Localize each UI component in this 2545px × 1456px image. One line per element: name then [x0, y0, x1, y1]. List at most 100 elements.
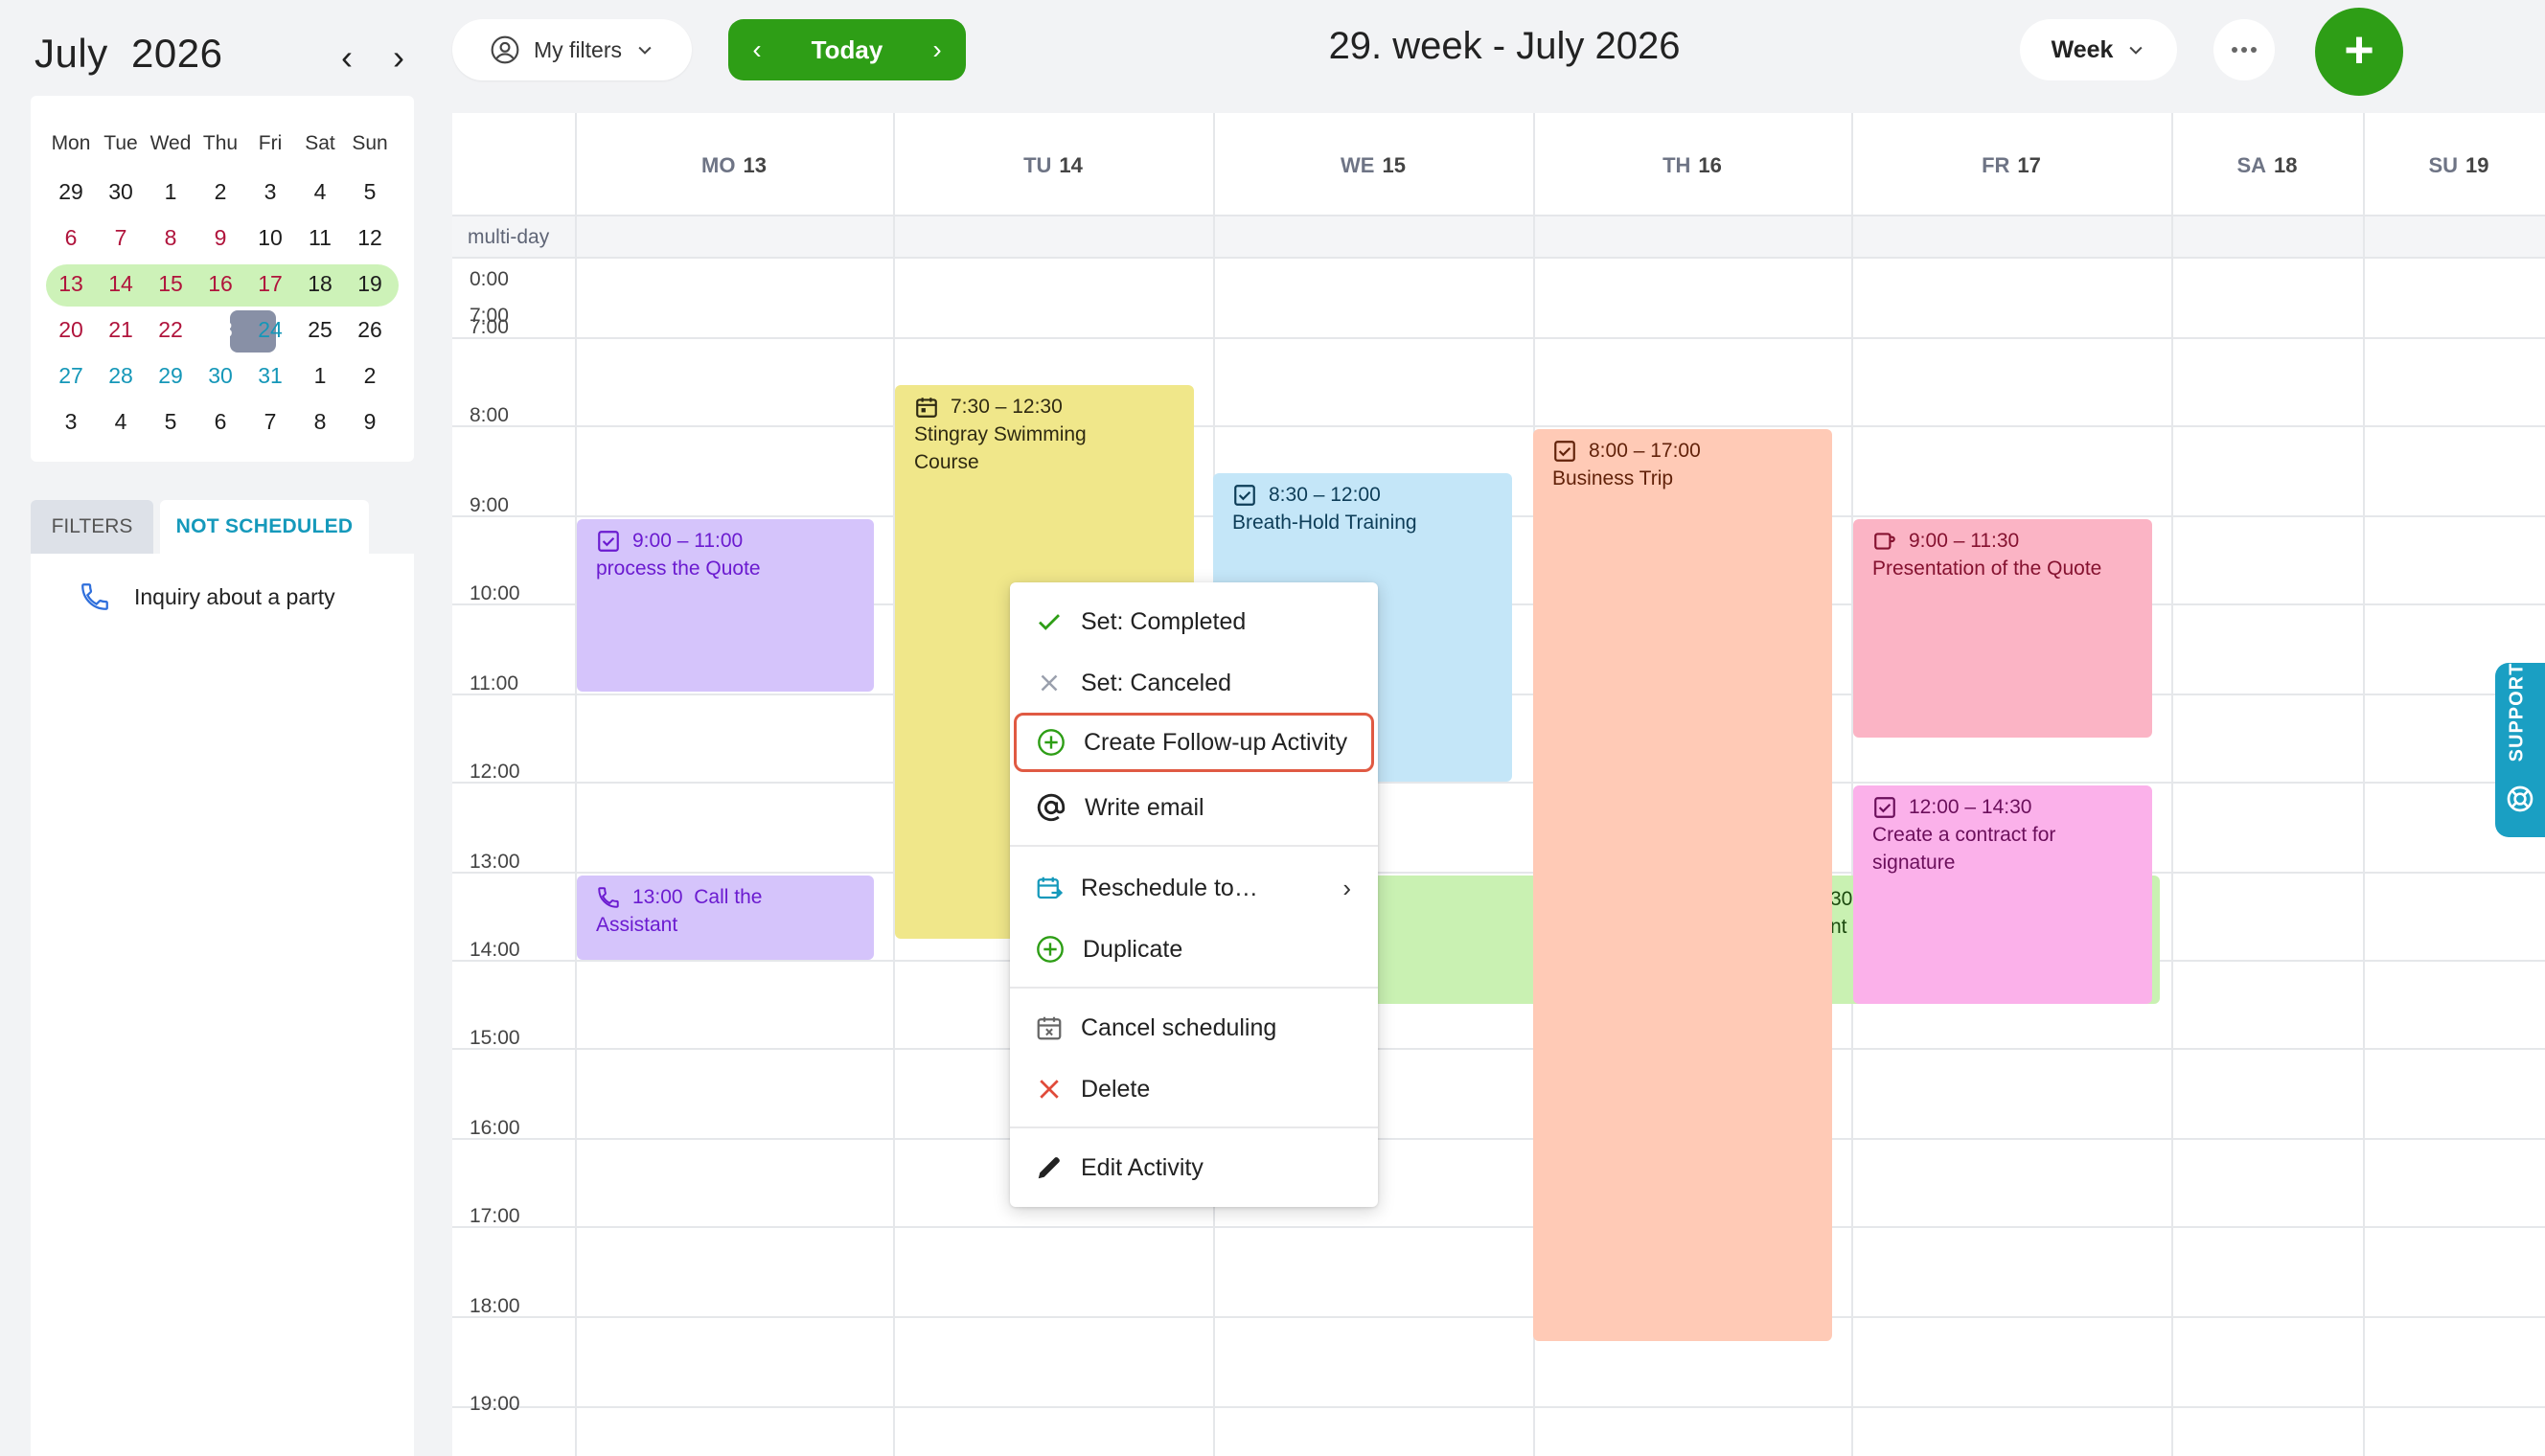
event-create-contract[interactable]: 12:00 – 14:30 Create a contract for sign… [1853, 785, 2152, 1004]
mini-day[interactable]: 6 [46, 216, 96, 259]
menu-set-canceled[interactable]: Set: Canceled [1010, 653, 1378, 713]
not-scheduled-item[interactable]: Inquiry about a party [79, 580, 335, 613]
mini-day[interactable]: 10 [245, 216, 295, 259]
mini-day[interactable]: 5 [345, 171, 395, 213]
mini-day[interactable]: 27 [46, 354, 96, 397]
hour-label: 10:00 [470, 582, 520, 604]
my-filters-button[interactable]: My filters [452, 19, 692, 80]
hour-label: 15:00 [470, 1027, 520, 1049]
menu-write-email[interactable]: Write email [1010, 778, 1378, 837]
mini-day[interactable]: 31 [245, 354, 295, 397]
mini-day[interactable]: 25 [295, 308, 345, 351]
multi-day-row[interactable] [452, 215, 2545, 257]
mini-day[interactable]: 18 [295, 262, 345, 305]
mini-day[interactable]: 24 [245, 308, 295, 351]
mini-day[interactable]: 17 [245, 262, 295, 305]
day-abbr: SA [2236, 153, 2267, 177]
mini-day[interactable]: 7 [245, 400, 295, 443]
mini-day[interactable]: 26 [345, 308, 395, 351]
menu-set-completed[interactable]: Set: Completed [1010, 592, 1378, 651]
mini-day[interactable]: 5 [146, 400, 195, 443]
mini-next-month-button[interactable]: › [379, 34, 418, 80]
event-time: 13:00 [632, 886, 683, 908]
mini-day[interactable]: 8 [295, 400, 345, 443]
meeting-cup-icon [1874, 532, 1895, 550]
mini-day[interactable]: 23 [195, 308, 245, 351]
menu-edit-activity[interactable]: Edit Activity [1010, 1138, 1378, 1197]
day-header-th[interactable]: TH 16 [1616, 153, 1769, 178]
hour-label: 18:00 [470, 1295, 520, 1317]
mini-day[interactable]: 21 [96, 308, 146, 351]
event-business-trip[interactable]: 8:00 – 17:00 Business Trip [1533, 429, 1832, 1341]
mini-day[interactable]: 3 [245, 171, 295, 213]
menu-duplicate[interactable]: Duplicate [1010, 920, 1378, 979]
hour-label: 19:00 [470, 1393, 520, 1415]
today-button[interactable]: Today [786, 19, 908, 80]
mini-day[interactable]: 6 [195, 400, 245, 443]
mini-day[interactable]: 4 [295, 171, 345, 213]
menu-create-follow-up[interactable]: Create Follow-up Activity [1014, 713, 1374, 772]
tab-filters[interactable]: FILTERS [31, 500, 153, 554]
mini-day[interactable]: 1 [295, 354, 345, 397]
grid-column-divider [2363, 113, 2365, 1456]
menu-divider [1010, 987, 1378, 989]
add-activity-button[interactable]: + [2315, 8, 2403, 96]
menu-reschedule[interactable]: Reschedule to… › [1010, 858, 1378, 918]
mini-day[interactable]: 30 [195, 354, 245, 397]
day-header-tu[interactable]: TU 14 [976, 153, 1130, 178]
day-header-sa[interactable]: SA 18 [2190, 153, 2344, 178]
menu-delete[interactable]: Delete [1010, 1059, 1378, 1119]
mini-day[interactable]: 20 [46, 308, 96, 351]
mini-day[interactable]: 3 [46, 400, 96, 443]
at-sign-icon [1037, 793, 1066, 822]
mini-day[interactable]: 2 [345, 354, 395, 397]
day-header-su[interactable]: SU 19 [2382, 153, 2535, 178]
more-options-button[interactable] [2213, 19, 2275, 80]
mini-day[interactable]: 1 [146, 171, 195, 213]
support-tab[interactable]: SUPPORT [2495, 663, 2545, 837]
menu-label: Cancel scheduling [1081, 1013, 1277, 1041]
event-call-assistant[interactable]: 13:00 Call the Assistant [577, 876, 874, 960]
mini-day[interactable]: 9 [195, 216, 245, 259]
event-time: 8:00 – 17:00 [1589, 440, 1701, 462]
add-circle-icon [1038, 729, 1065, 756]
mini-day[interactable]: 29 [46, 171, 96, 213]
previous-week-button[interactable]: ‹ [728, 19, 786, 80]
tab-not-scheduled[interactable]: NOT SCHEDULED [160, 500, 369, 554]
mini-day[interactable]: 15 [146, 262, 195, 305]
day-header-fr[interactable]: FR 17 [1935, 153, 2088, 178]
mini-day[interactable]: 14 [96, 262, 146, 305]
event-process-quote[interactable]: 9:00 – 11:00 process the Quote [577, 519, 874, 692]
mini-day[interactable]: 19 [345, 262, 395, 305]
day-header-we[interactable]: WE 15 [1296, 153, 1450, 178]
my-filters-label: My filters [534, 36, 622, 62]
mini-day[interactable]: 28 [96, 354, 146, 397]
mini-prev-month-button[interactable]: ‹ [328, 34, 366, 80]
grid-row-divider [452, 872, 2545, 874]
mini-day[interactable]: 29 [146, 354, 195, 397]
mini-day[interactable]: 11 [295, 216, 345, 259]
mini-day[interactable]: 9 [345, 400, 395, 443]
mini-day[interactable]: 2 [195, 171, 245, 213]
menu-cancel-scheduling[interactable]: Cancel scheduling [1010, 998, 1378, 1058]
menu-label: Duplicate [1083, 935, 1183, 963]
mini-day[interactable]: 16 [195, 262, 245, 305]
grid-column-divider [575, 113, 577, 1456]
calendar-icon [916, 397, 937, 418]
mini-day[interactable]: 13 [46, 262, 96, 305]
mini-day[interactable]: 4 [96, 400, 146, 443]
view-select[interactable]: Week [2020, 19, 2177, 80]
mini-day[interactable]: 7 [96, 216, 146, 259]
next-week-button[interactable]: › [908, 19, 966, 80]
hour-label: 7:00 [470, 316, 509, 338]
mini-day[interactable]: 12 [345, 216, 395, 259]
day-header-mo[interactable]: MO 13 [657, 153, 811, 178]
day-abbr: TU [1023, 153, 1052, 177]
menu-label: Delete [1081, 1075, 1151, 1103]
event-title: Business Trip [1552, 467, 1674, 489]
menu-label: Edit Activity [1081, 1153, 1204, 1181]
mini-day[interactable]: 30 [96, 171, 146, 213]
mini-day[interactable]: 8 [146, 216, 195, 259]
mini-day[interactable]: 22 [146, 308, 195, 351]
event-presentation-quote[interactable]: 9:00 – 11:30 Presentation of the Quote [1853, 519, 2152, 738]
